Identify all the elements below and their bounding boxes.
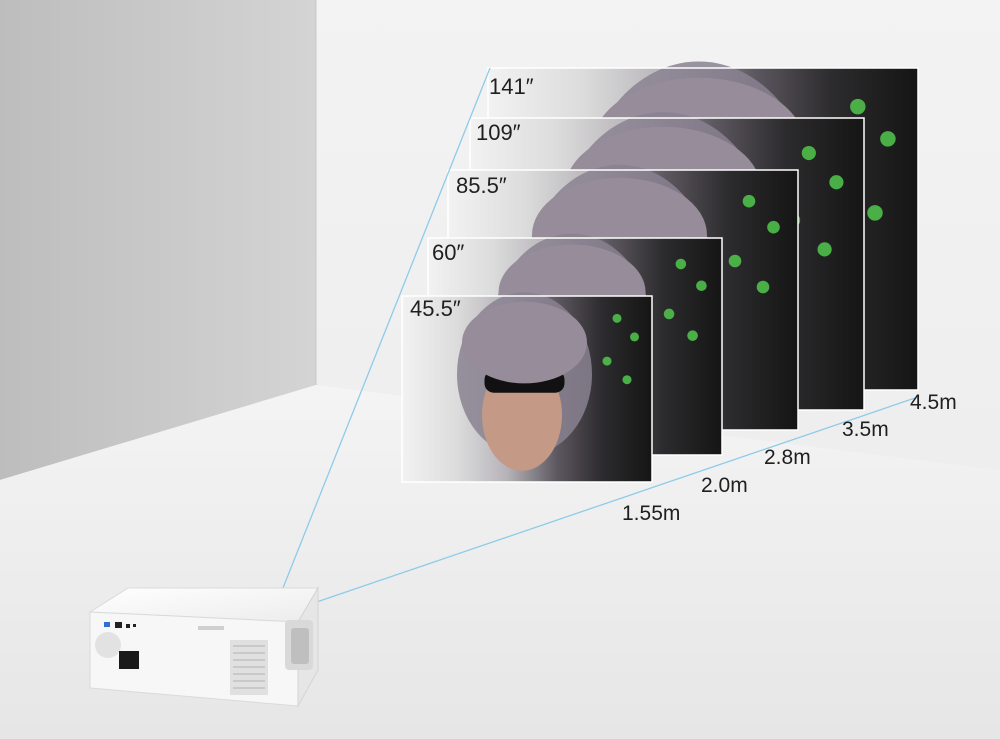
- throw-distance-label: 1.55m: [622, 502, 681, 525]
- bokeh-dot: [850, 98, 866, 115]
- projector: [88, 586, 319, 708]
- throw-distance-label: 3.5m: [842, 418, 889, 441]
- bokeh-dot: [630, 332, 639, 342]
- bokeh-dot: [817, 242, 832, 257]
- bokeh-dot: [687, 330, 698, 341]
- bokeh-dot: [829, 175, 844, 190]
- screen-size-label: 45.5″: [410, 296, 461, 321]
- fringe-shape: [462, 301, 587, 384]
- bokeh-dot: [801, 145, 816, 161]
- bokeh-dot: [663, 308, 675, 320]
- screen-size-label: 85.5″: [456, 173, 507, 198]
- bokeh-dot: [696, 280, 707, 292]
- bokeh-dot: [602, 356, 612, 366]
- scene-illustration: [0, 0, 1000, 739]
- bokeh-dot: [675, 258, 687, 270]
- throw-distance-label: 4.5m: [910, 391, 957, 414]
- bokeh-dot: [728, 254, 742, 268]
- bokeh-dot: [767, 220, 780, 234]
- throw-distance-label: 2.0m: [701, 474, 748, 497]
- bokeh-dot: [756, 280, 770, 294]
- bokeh-dot: [880, 131, 896, 147]
- projection-distance-diagram: 141″ 109″ 85.5″ 60″ 45.5″ 4.5m 3.5m 2.8m…: [0, 0, 1000, 739]
- bokeh-dot: [622, 375, 632, 385]
- bokeh-dot: [612, 313, 622, 323]
- screen-size-label: 141″: [489, 74, 534, 99]
- screen-size-label: 60″: [432, 240, 465, 265]
- bokeh-dot: [867, 205, 883, 221]
- throw-distance-label: 2.8m: [764, 446, 811, 469]
- screen-size-label: 109″: [476, 120, 521, 145]
- bokeh-dot: [742, 194, 756, 208]
